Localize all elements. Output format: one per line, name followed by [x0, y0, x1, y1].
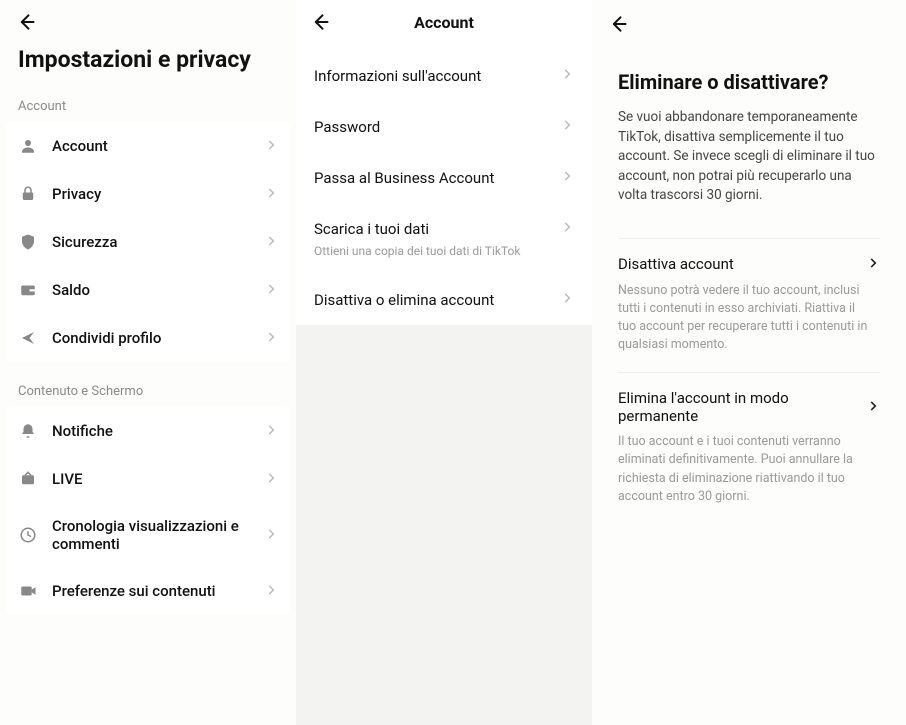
account-item-business[interactable]: Passa al Business Account [296, 152, 592, 203]
list-item-label: Passa al Business Account [314, 169, 494, 187]
list-item-label: Password [314, 118, 380, 136]
account-list: Informazioni sull'account Password Passa… [296, 44, 592, 325]
chevron-right-icon [264, 470, 278, 489]
back-arrow-icon [16, 17, 36, 36]
chevron-right-icon [264, 233, 278, 252]
settings-section-content: Notifiche LIVE Cronologia visualizzazion… [6, 407, 290, 615]
settings-item-share-profile[interactable]: Condividi profilo [6, 314, 290, 362]
share-icon [18, 328, 38, 348]
chevron-right-icon [264, 329, 278, 348]
bell-icon [18, 421, 38, 441]
chevron-right-icon [560, 117, 574, 136]
settings-item-label: Sicurezza [52, 233, 264, 251]
option-deactivate[interactable]: Disattiva account Nessuno potrà vedere i… [618, 238, 880, 373]
option-subtitle: Nessuno potrà vedere il tuo account, inc… [618, 282, 880, 355]
back-button[interactable] [16, 12, 36, 36]
settings-item-label: Cronologia visualizzazioni e commenti [52, 517, 264, 553]
chevron-right-icon [264, 526, 278, 545]
chevron-right-icon [560, 219, 574, 238]
account-item-password[interactable]: Password [296, 101, 592, 152]
list-item-label: Disattiva o elimina account [314, 291, 494, 309]
settings-item-account[interactable]: Account [6, 122, 290, 170]
settings-item-live[interactable]: LIVE [6, 455, 290, 503]
settings-item-content-prefs[interactable]: Preferenze sui contenuti [6, 567, 290, 615]
settings-item-balance[interactable]: Saldo [6, 266, 290, 314]
delete-deactivate-pane: Eliminare o disattivare? Se vuoi abbando… [592, 0, 906, 610]
page-description: Se vuoi abbandonare temporaneamente TikT… [618, 108, 880, 206]
history-icon [18, 525, 38, 545]
settings-privacy-pane: Impostazioni e privacy Account Account P… [0, 0, 296, 610]
chevron-right-icon [264, 582, 278, 601]
list-item-label: Informazioni sull'account [314, 67, 481, 85]
empty-fill [296, 325, 592, 725]
chevron-right-icon [560, 290, 574, 309]
account-pane: Account Informazioni sull'account Passwo… [296, 0, 592, 610]
person-icon [18, 136, 38, 156]
chevron-right-icon [264, 422, 278, 441]
pane-header: Account [296, 0, 592, 44]
account-item-download-data[interactable]: Scarica i tuoi dati Ottieni una copia de… [296, 203, 592, 274]
settings-item-label: Preferenze sui contenuti [52, 582, 264, 600]
settings-item-security[interactable]: Sicurezza [6, 218, 290, 266]
live-icon [18, 469, 38, 489]
chevron-right-icon [264, 137, 278, 156]
shield-icon [18, 232, 38, 252]
back-arrow-icon [310, 17, 330, 36]
option-label: Elimina l'account in modo permanente [618, 389, 866, 425]
chevron-right-icon [866, 398, 880, 417]
chevron-right-icon [264, 185, 278, 204]
settings-item-label: Privacy [52, 185, 264, 203]
settings-item-history[interactable]: Cronologia visualizzazioni e commenti [6, 503, 290, 567]
video-icon [18, 581, 38, 601]
chevron-right-icon [560, 66, 574, 85]
chevron-right-icon [866, 255, 880, 274]
pane-body: Eliminare o disattivare? Se vuoi abbando… [592, 0, 906, 524]
lock-icon [18, 184, 38, 204]
page-title: Impostazioni e privacy [0, 0, 296, 91]
back-button[interactable] [608, 14, 628, 38]
account-item-info[interactable]: Informazioni sull'account [296, 50, 592, 101]
settings-item-notifications[interactable]: Notifiche [6, 407, 290, 455]
option-subtitle: Il tuo account e i tuoi contenuti verran… [618, 433, 880, 506]
section-label-account: Account [0, 91, 296, 122]
chevron-right-icon [264, 281, 278, 300]
settings-item-label: LIVE [52, 470, 264, 488]
section-label-content: Contenuto e Schermo [0, 376, 296, 407]
settings-section-account: Account Privacy Sicurezza Saldo Condivid… [6, 122, 290, 362]
settings-item-label: Notifiche [52, 422, 264, 440]
page-title: Account [414, 13, 474, 32]
back-arrow-icon [608, 19, 628, 38]
account-item-deactivate-delete[interactable]: Disattiva o elimina account [296, 274, 592, 325]
page-title: Eliminare o disattivare? [618, 70, 880, 94]
option-label: Disattiva account [618, 255, 734, 273]
wallet-icon [18, 280, 38, 300]
settings-item-label: Saldo [52, 281, 264, 299]
option-delete-permanent[interactable]: Elimina l'account in modo permanente Il … [618, 372, 880, 524]
list-item-label: Scarica i tuoi dati [314, 220, 429, 238]
chevron-right-icon [560, 168, 574, 187]
settings-item-privacy[interactable]: Privacy [6, 170, 290, 218]
settings-item-label: Condividi profilo [52, 329, 264, 347]
list-item-subtitle: Ottieni una copia dei tuoi dati di TikTo… [314, 244, 574, 258]
back-button[interactable] [310, 12, 330, 36]
settings-item-label: Account [52, 137, 264, 155]
